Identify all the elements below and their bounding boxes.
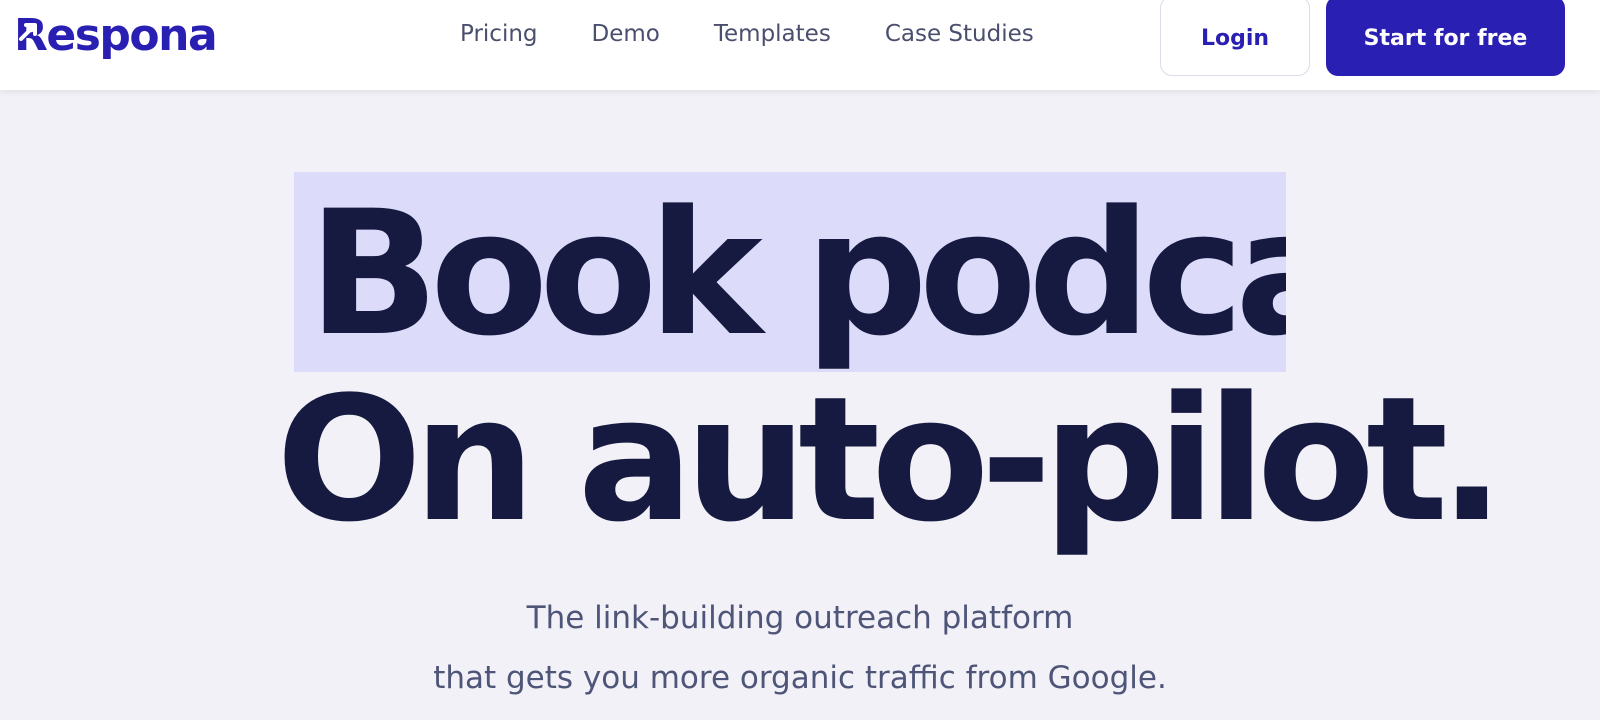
respona-logo[interactable]: Respona — [14, 6, 218, 66]
nav-item-case-studies[interactable]: Case Studies — [885, 21, 1034, 47]
arrow-up-right-icon — [19, 23, 37, 41]
nav-item-pricing[interactable]: Pricing — [460, 21, 538, 47]
nav-item-templates[interactable]: Templates — [714, 21, 831, 47]
logo-wordmark: Respona — [14, 14, 218, 58]
hero-subtitle-line1: The link-building outreach platform — [526, 600, 1074, 636]
main-nav: Pricing Demo Templates Case Studies — [460, 18, 1034, 50]
hero-highlight: Book podcas — [294, 172, 1286, 372]
login-button[interactable]: Login — [1160, 0, 1310, 76]
hero-subtitle-line2: that gets you more organic traffic from … — [433, 660, 1167, 696]
start-for-free-button[interactable]: Start for free — [1326, 0, 1565, 76]
hero-headline-line1: Book podcas — [308, 173, 1286, 373]
hero-headline-line2: On auto-pilot. — [276, 359, 1505, 560]
site-header: Respona Pricing Demo Templates Case Stud… — [0, 0, 1600, 90]
nav-item-demo[interactable]: Demo — [592, 21, 660, 47]
logo-text: Respona — [14, 10, 218, 61]
